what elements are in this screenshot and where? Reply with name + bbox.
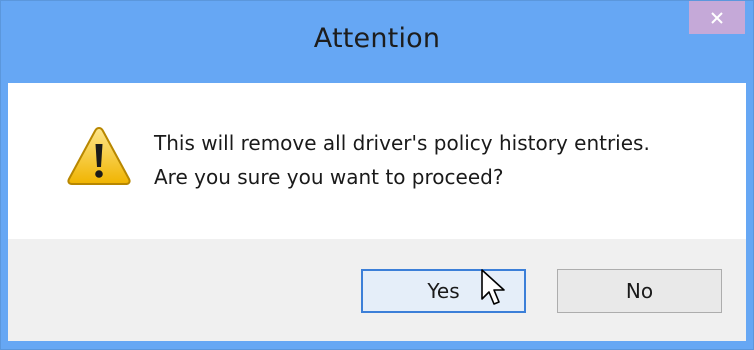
dialog-content: This will remove all driver's policy his… xyxy=(8,83,746,239)
button-bar: Yes No xyxy=(8,239,746,341)
mouse-pointer-icon xyxy=(481,269,505,305)
close-button[interactable] xyxy=(689,1,745,34)
close-icon xyxy=(711,11,723,24)
dialog-title: Attention xyxy=(313,23,441,54)
message-line-2: Are you sure you want to proceed? xyxy=(154,165,504,189)
message-line-1: This will remove all driver's policy his… xyxy=(154,131,650,155)
no-button[interactable]: No xyxy=(557,269,722,313)
message-text: This will remove all driver's policy his… xyxy=(154,126,650,194)
title-bar[interactable]: Attention xyxy=(1,1,753,83)
attention-dialog: Attention This will remove all driver's … xyxy=(0,0,754,350)
warning-icon xyxy=(67,126,131,185)
